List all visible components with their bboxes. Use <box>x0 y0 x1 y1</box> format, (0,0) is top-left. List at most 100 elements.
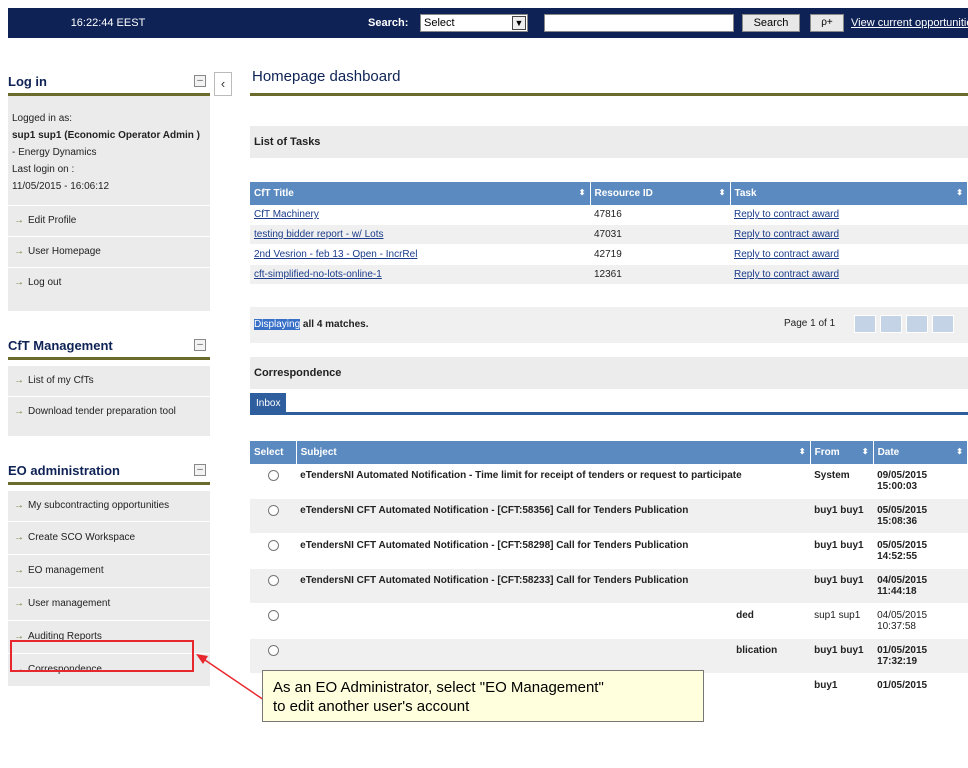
advanced-search-button[interactable]: ρ+ <box>810 14 844 32</box>
column-label: Subject <box>300 447 337 458</box>
cft-title-link[interactable]: 2nd Vesrion - feb 13 - Open - IncrRel <box>254 249 417 260</box>
resource-id: 42719 <box>590 244 730 265</box>
resource-id: 47816 <box>590 205 730 225</box>
message-date: 05/05/2015 14:52:55 <box>873 533 968 569</box>
column-header-subject[interactable]: Subject ⬍ <box>296 441 811 464</box>
arrow-right-icon: → <box>14 598 24 609</box>
table-row: blication buy1 buy1 01/05/2015 17:32:19 <box>250 638 968 674</box>
collapse-icon[interactable]: – <box>194 339 206 351</box>
task-link[interactable]: Reply to contract award <box>734 249 839 260</box>
sidebar-item-label: User Homepage <box>28 246 101 257</box>
message-date: 04/05/2015 11:44:18 <box>873 568 968 604</box>
page-title: Homepage dashboard <box>250 62 968 96</box>
org-name: - Energy Dynamics <box>12 147 97 158</box>
sidebar-item-eo-management[interactable]: → EO management <box>8 555 210 588</box>
sort-icon[interactable]: ⬍ <box>719 188 726 197</box>
row-select-radio[interactable] <box>267 470 279 481</box>
search-type-select[interactable]: Select ▼ <box>420 14 528 32</box>
message-subject[interactable]: eTendersNI CFT Automated Notification - … <box>296 568 811 604</box>
message-date: 01/05/2015 17:32:19 <box>873 638 968 674</box>
last-login-label: Last login on : <box>12 164 75 175</box>
message-from: buy1 buy1 <box>810 533 874 569</box>
row-select-radio[interactable] <box>267 505 279 516</box>
next-page-button[interactable] <box>906 315 928 333</box>
sidebar: Log in – Logged in as: sup1 sup1 (Econom… <box>8 70 210 687</box>
top-bar: 16:22:44 EEST Search: Select ▼ Search ρ+… <box>8 8 968 38</box>
prev-page-button[interactable] <box>880 315 902 333</box>
arrow-right-icon: → <box>14 500 24 511</box>
login-panel: Logged in as: sup1 sup1 (Economic Operat… <box>8 96 210 312</box>
sidebar-item-user-management[interactable]: → User management <box>8 588 210 621</box>
last-login-value: 11/05/2015 - 16:06:12 <box>12 181 110 192</box>
task-link[interactable]: Reply to contract award <box>734 229 839 240</box>
collapse-icon[interactable]: – <box>194 75 206 87</box>
tab-inbox[interactable]: Inbox <box>250 393 287 414</box>
sidebar-item-label: Log out <box>28 277 62 288</box>
sidebar-item-label: Edit Profile <box>28 215 77 226</box>
sidebar-item-download-tool[interactable]: → Download tender preparation tool <box>8 397 210 437</box>
column-header-resource-id[interactable]: Resource ID ⬍ <box>590 182 731 205</box>
collapse-icon[interactable]: – <box>194 464 206 476</box>
message-from: buy1 buy1 <box>810 638 874 674</box>
task-link[interactable]: Reply to contract award <box>734 209 839 220</box>
tasks-section-title: List of Tasks <box>250 126 968 158</box>
message-subject[interactable]: blication <box>296 638 811 674</box>
sidebar-item-subcontracting[interactable]: → My subcontracting opportunities <box>8 491 210 522</box>
search-input[interactable] <box>544 14 734 32</box>
chevron-down-icon[interactable]: ▼ <box>512 16 526 30</box>
message-from: sup1 sup1 <box>810 603 874 639</box>
message-subject[interactable]: eTendersNI CFT Automated Notification - … <box>296 533 811 569</box>
sort-icon[interactable]: ⬍ <box>956 188 963 197</box>
sidebar-collapse-button[interactable]: ‹ <box>214 72 232 96</box>
message-date: 09/05/2015 15:00:03 <box>873 464 968 499</box>
row-select-radio[interactable] <box>267 575 279 586</box>
row-select-radio[interactable] <box>267 610 279 621</box>
zoom-search-icon: ρ+ <box>821 17 833 28</box>
cft-title-link[interactable]: testing bidder report - w/ Lots <box>254 229 384 240</box>
main-content: Homepage dashboard List of Tasks CfT Tit… <box>250 62 968 701</box>
logged-in-user: sup1 sup1 (Economic Operator Admin ) - E… <box>12 127 206 161</box>
sidebar-item-create-sco[interactable]: → Create SCO Workspace <box>8 522 210 555</box>
column-header-task[interactable]: Task ⬍ <box>730 182 968 205</box>
sort-icon[interactable]: ⬍ <box>579 188 586 197</box>
search-label: Search: <box>368 17 409 29</box>
table-row: eTendersNI CFT Automated Notification - … <box>250 568 968 604</box>
message-from: buy1 buy1 <box>810 498 874 534</box>
sidebar-item-list-cfts[interactable]: → List of my CfTs <box>8 366 210 397</box>
clock: 16:22:44 EEST <box>70 17 146 29</box>
row-select-radio[interactable] <box>267 645 279 656</box>
eo-management-highlight <box>10 640 194 672</box>
eo-panel-title: EO administration <box>8 463 120 478</box>
message-from: System <box>810 464 874 499</box>
arrow-right-icon: → <box>14 277 24 288</box>
first-page-button[interactable] <box>854 315 876 333</box>
sort-icon[interactable]: ⬍ <box>799 447 806 456</box>
message-subject[interactable]: eTendersNI CFT Automated Notification - … <box>296 498 811 534</box>
inbox-table: Select Subject ⬍ From ⬍ Date ⬍ eTendersNI A… <box>250 441 968 701</box>
row-select-radio[interactable] <box>267 540 279 551</box>
login-info: Logged in as: sup1 sup1 (Economic Operat… <box>8 96 210 206</box>
sort-icon[interactable]: ⬍ <box>862 447 869 456</box>
column-header-date[interactable]: Date ⬍ <box>873 441 968 464</box>
callout-line-1: As an EO Administrator, select "EO Manag… <box>273 679 604 696</box>
sidebar-item-user-homepage[interactable]: → User Homepage <box>8 237 210 268</box>
last-page-button[interactable] <box>932 315 954 333</box>
search-button[interactable]: Search <box>742 14 800 32</box>
message-subject[interactable]: ded <box>296 603 811 639</box>
sort-icon[interactable]: ⬍ <box>956 447 963 456</box>
sidebar-item-log-out[interactable]: → Log out <box>8 268 210 312</box>
user-name: sup1 sup1 (Economic Operator Admin ) <box>12 130 200 141</box>
display-count: Displaying all 4 matches. <box>254 319 369 330</box>
column-header-from[interactable]: From ⬍ <box>810 441 874 464</box>
cft-title-link[interactable]: cft-simplified-no-lots-online-1 <box>254 269 382 280</box>
cft-title-link[interactable]: CfT Machinery <box>254 209 319 220</box>
table-row: eTendersNI Automated Notification - Time… <box>250 464 968 499</box>
task-link[interactable]: Reply to contract award <box>734 269 839 280</box>
arrow-right-icon: → <box>14 406 24 417</box>
message-subject[interactable]: eTendersNI Automated Notification - Time… <box>296 464 811 499</box>
callout-line-2: to edit another user's account <box>273 698 470 715</box>
column-header-cft-title[interactable]: CfT Title ⬍ <box>250 182 591 205</box>
sidebar-item-edit-profile[interactable]: → Edit Profile <box>8 206 210 237</box>
view-opportunities-link[interactable]: View current opportunities <box>851 17 968 29</box>
resource-id: 12361 <box>590 264 730 285</box>
